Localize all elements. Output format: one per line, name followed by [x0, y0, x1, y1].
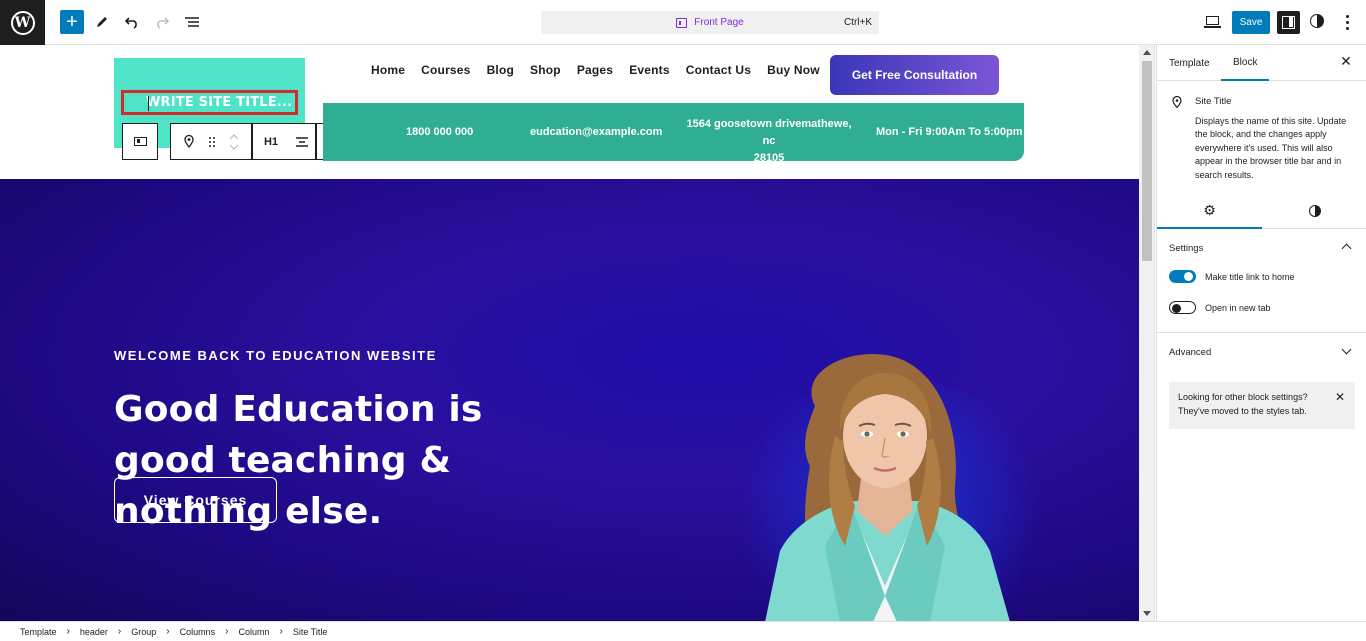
hero-heading-line-1: Good Education is	[114, 389, 483, 430]
chevron-right-icon: ›	[66, 626, 70, 637]
text-caret	[148, 96, 149, 111]
contact-info-bar: 1800 000 000 eudcation@example.com 1564 …	[323, 103, 1024, 164]
heading-controls: H1	[252, 123, 316, 160]
close-icon[interactable]: ✕	[1339, 54, 1353, 68]
undo-icon[interactable]	[120, 10, 144, 34]
editor-canvas: WRITE SITE TITLE... H1 Home Courses Blog…	[0, 45, 1139, 621]
toggle-title-link-home[interactable]	[1169, 270, 1196, 283]
align-center-icon[interactable]	[289, 124, 315, 159]
hero-portrait-image	[755, 346, 1015, 621]
command-bar-label: Front Page	[694, 17, 744, 28]
toggle-open-new-tab[interactable]	[1169, 301, 1196, 314]
site-title-input[interactable]: WRITE SITE TITLE...	[121, 90, 298, 115]
scroll-thumb[interactable]	[1142, 61, 1152, 261]
layout-icon	[676, 17, 688, 28]
nav-events[interactable]: Events	[629, 63, 670, 77]
nav-buy-now[interactable]: Buy Now	[767, 63, 820, 77]
block-card-title: Site Title	[1195, 96, 1232, 107]
block-breadcrumb: Template › header › Group › Columns › Co…	[0, 621, 1366, 641]
site-navigation: Home Courses Blog Shop Pages Events Cont…	[371, 63, 836, 77]
redo-icon[interactable]	[150, 10, 174, 34]
address: 1564 goosetown drivemathewe, nc 28105	[683, 116, 855, 167]
tab-settings-gear[interactable]: ⚙	[1157, 193, 1262, 229]
half-circle-icon	[1308, 205, 1321, 217]
scroll-down-arrow-icon[interactable]	[1143, 611, 1151, 616]
tab-block[interactable]: Block	[1221, 45, 1270, 81]
command-bar-shortcut: Ctrl+K	[843, 17, 872, 28]
move-up-down[interactable]	[217, 124, 251, 159]
save-button[interactable]: Save	[1232, 11, 1270, 34]
notice-text: Looking for other block settings? They'v…	[1178, 392, 1308, 416]
block-inspector-tabs: ⚙	[1157, 193, 1366, 229]
toggle-label-open-new-tab: Open in new tab	[1205, 303, 1271, 313]
toggle-label-title-link-home: Make title link to home	[1205, 272, 1295, 282]
settings-panel-toggle[interactable]	[1277, 11, 1300, 34]
opening-hours: Mon - Fri 9:00Am To 5:00pm	[876, 126, 1023, 138]
hero-eyebrow: WELCOME BACK TO EDUCATION WEBSITE	[114, 348, 437, 363]
tab-styles[interactable]	[1262, 193, 1366, 229]
chevron-up-icon	[229, 133, 239, 139]
wordpress-icon[interactable]: W	[0, 0, 45, 45]
breadcrumb-columns[interactable]: Columns	[180, 627, 216, 637]
canvas-scrollbar[interactable]	[1139, 45, 1155, 621]
chevron-right-icon: ›	[166, 626, 170, 637]
styles-half-circle-icon[interactable]	[1310, 14, 1324, 28]
template-part-button[interactable]	[122, 123, 158, 160]
settings-sidebar: Template Block ✕ Site Title Displays the…	[1156, 45, 1366, 621]
breadcrumb-group[interactable]: Group	[131, 627, 156, 637]
email-address: eudcation@example.com	[530, 126, 663, 138]
nav-courses[interactable]: Courses	[421, 63, 470, 77]
advanced-panel-header[interactable]: Advanced	[1169, 347, 1211, 358]
breadcrumb-column[interactable]: Column	[238, 627, 269, 637]
chevron-right-icon: ›	[225, 626, 229, 637]
hero-section: WELCOME BACK TO EDUCATION WEBSITE Good E…	[0, 179, 1139, 621]
close-icon[interactable]: ✕	[1335, 390, 1345, 404]
nav-pages[interactable]: Pages	[577, 63, 613, 77]
heading-level-button[interactable]: H1	[253, 124, 289, 159]
phone-number: 1800 000 000	[406, 126, 474, 138]
tab-template[interactable]: Template	[1169, 45, 1210, 81]
gear-icon: ⚙	[1203, 202, 1216, 218]
chevron-up-icon[interactable]	[1341, 243, 1352, 254]
address-line-2: 28105	[753, 152, 785, 164]
settings-panel-header[interactable]: Settings	[1169, 243, 1203, 254]
block-card: Site Title Displays the name of this sit…	[1157, 81, 1366, 192]
nav-home[interactable]: Home	[371, 63, 405, 77]
desktop-icon[interactable]	[1203, 12, 1223, 32]
chevron-down-icon	[229, 144, 239, 150]
breadcrumb-site-title[interactable]: Site Title	[293, 627, 328, 637]
editor-top-toolbar: W + Front Page Ctrl+K Save	[0, 0, 1366, 45]
chevron-right-icon: ›	[279, 626, 283, 637]
chevron-down-icon[interactable]	[1341, 344, 1352, 355]
breadcrumb-template[interactable]: Template	[20, 627, 57, 637]
breadcrumb-header[interactable]: header	[80, 627, 108, 637]
list-view-icon[interactable]	[180, 10, 204, 34]
command-palette-bar[interactable]: Front Page Ctrl+K	[541, 11, 879, 34]
styles-moved-notice: Looking for other block settings? They'v…	[1169, 382, 1355, 429]
view-courses-button[interactable]: View Courses	[114, 477, 277, 523]
nav-contact-us[interactable]: Contact Us	[686, 63, 751, 77]
chevron-right-icon: ›	[117, 626, 122, 637]
add-block-button[interactable]: +	[60, 10, 84, 34]
drag-handle-icon[interactable]	[207, 124, 217, 159]
get-free-consultation-button[interactable]: Get Free Consultation	[830, 55, 999, 95]
block-card-description: Displays the name of this site. Update t…	[1195, 115, 1347, 180]
more-vertical-icon[interactable]	[1340, 13, 1354, 31]
template-part-icon	[133, 137, 147, 146]
sidebar-tabs: Template Block ✕	[1157, 45, 1366, 81]
pencil-icon[interactable]	[90, 10, 114, 34]
pin-icon[interactable]	[171, 124, 207, 159]
nav-shop[interactable]: Shop	[530, 63, 561, 77]
scroll-up-arrow-icon[interactable]	[1143, 50, 1151, 55]
block-mover-group	[170, 123, 252, 160]
nav-blog[interactable]: Blog	[487, 63, 514, 77]
panel-icon	[1282, 16, 1295, 29]
divider	[1157, 332, 1366, 333]
address-line-1: 1564 goosetown drivemathewe, nc	[686, 118, 852, 147]
